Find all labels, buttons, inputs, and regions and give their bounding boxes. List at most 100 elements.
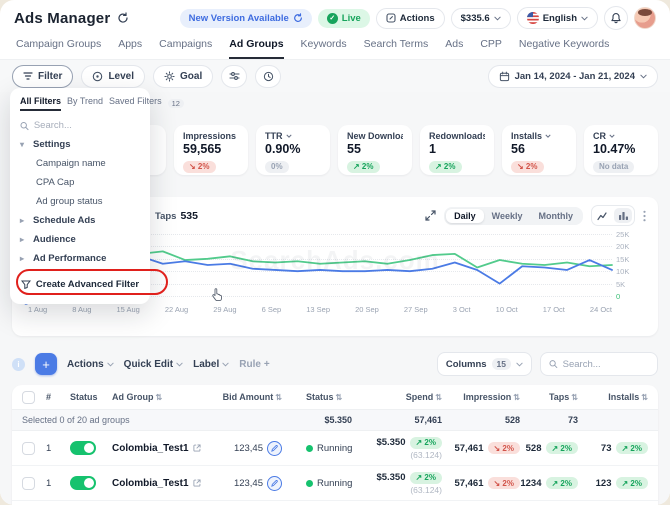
bar-chart-icon[interactable] xyxy=(614,208,632,223)
col-header-ad-group[interactable]: Ad Group⇅ xyxy=(112,392,222,402)
date-range-picker[interactable]: Jan 14, 2024 - Jan 21, 2024 xyxy=(488,65,658,88)
metric-value: 0.90% xyxy=(265,142,321,156)
nav-tab-ads[interactable]: Ads xyxy=(445,38,463,59)
chevron-down-icon[interactable] xyxy=(286,134,292,138)
notifications-button[interactable] xyxy=(604,6,628,30)
nav-tab-search-terms[interactable]: Search Terms xyxy=(364,38,429,59)
filter-tab-saved[interactable]: Saved Filters xyxy=(109,96,162,111)
sliders-button[interactable] xyxy=(221,65,247,88)
x-axis-tick: 6 Sep xyxy=(262,305,282,314)
filter-item-campaign-name[interactable]: Campaign name xyxy=(20,154,140,173)
nav-tab-cpp[interactable]: CPP xyxy=(480,38,502,59)
plus-icon: + xyxy=(264,359,270,370)
col-header-status-toggle[interactable]: Status xyxy=(70,392,112,402)
user-avatar[interactable] xyxy=(634,7,656,29)
row-num: 1 xyxy=(46,478,70,489)
period-monthly[interactable]: Monthly xyxy=(531,209,582,223)
edit-bid-button[interactable] xyxy=(267,441,282,456)
table-search xyxy=(540,352,658,376)
filter-search xyxy=(20,120,140,131)
select-all-checkbox[interactable] xyxy=(22,391,35,404)
target-icon xyxy=(92,71,103,82)
sort-icon[interactable]: ⇅ xyxy=(275,393,282,402)
filter-item-cpa-cap[interactable]: CPA Cap xyxy=(20,173,140,192)
col-header-impression[interactable]: Impression⇅ xyxy=(452,392,530,402)
col-header-status[interactable]: Status⇅ xyxy=(292,392,362,402)
edit-bid-button[interactable] xyxy=(267,476,282,491)
metric-label: TTR xyxy=(265,131,283,141)
label-dropdown[interactable]: Label xyxy=(193,359,229,370)
new-version-button[interactable]: New Version Available xyxy=(180,9,312,28)
chevron-right-icon: ▸ xyxy=(20,216,28,225)
history-button[interactable] xyxy=(255,65,281,88)
add-button[interactable]: + xyxy=(35,353,57,375)
nav-tab-campaigns[interactable]: Campaigns xyxy=(159,38,212,59)
ad-group-name[interactable]: Colombia_Test1 xyxy=(112,443,189,454)
trend-badge: ↗ 2% xyxy=(429,161,462,173)
filter-group-settings[interactable]: ▾Settings xyxy=(20,135,140,154)
chevron-down-icon[interactable] xyxy=(545,134,551,138)
row-checkbox[interactable] xyxy=(22,442,35,455)
period-weekly[interactable]: Weekly xyxy=(484,209,531,223)
legend-label: Taps xyxy=(155,211,176,222)
filter-tab-by-trend[interactable]: By Trend xyxy=(67,96,103,111)
filter-button[interactable]: Filter xyxy=(12,65,73,88)
balance-dropdown[interactable]: $335.6 xyxy=(451,8,511,29)
external-link-icon[interactable] xyxy=(193,444,201,452)
status-toggle[interactable] xyxy=(70,441,96,455)
search-input[interactable] xyxy=(563,359,649,370)
trend-badge: ↘ 2% xyxy=(488,477,521,489)
sort-icon[interactable]: ⇅ xyxy=(336,393,343,402)
chart-legend-item[interactable]: Taps 535 xyxy=(155,210,198,222)
impression-cell: 57,461↘ 2% xyxy=(452,442,530,454)
line-chart-icon[interactable] xyxy=(594,208,612,223)
level-button[interactable]: Level xyxy=(81,65,145,88)
sort-icon[interactable]: ⇅ xyxy=(435,393,442,402)
filter-search-input[interactable] xyxy=(34,120,140,131)
row-checkbox[interactable] xyxy=(22,477,35,490)
col-header-installs[interactable]: Installs⇅ xyxy=(588,392,658,402)
expand-icon[interactable] xyxy=(425,210,436,221)
col-header-spend[interactable]: Spend⇅ xyxy=(362,392,452,402)
col-header-taps[interactable]: Taps⇅ xyxy=(530,392,588,402)
create-advanced-filter-button[interactable]: Create Advanced Filter xyxy=(20,273,140,295)
chevron-down-icon[interactable] xyxy=(609,134,615,138)
filter-group-audience[interactable]: ▸Audience xyxy=(20,230,140,249)
sort-icon[interactable]: ⇅ xyxy=(156,393,163,402)
label-dropdown-label: Label xyxy=(193,359,219,370)
language-dropdown[interactable]: English xyxy=(517,7,598,29)
columns-selector[interactable]: Columns 15 xyxy=(437,352,532,376)
col-header-num[interactable]: # xyxy=(46,392,70,402)
trend-badge: ↘ 2% xyxy=(488,442,521,454)
kebab-menu-icon[interactable] xyxy=(643,210,646,222)
nav-tab-apps[interactable]: Apps xyxy=(118,38,142,59)
filter-tab-all[interactable]: All Filters xyxy=(20,96,61,111)
external-link-icon[interactable] xyxy=(193,479,201,487)
actions-dropdown[interactable]: Actions xyxy=(67,359,114,370)
nav-tab-keywords[interactable]: Keywords xyxy=(301,38,347,59)
sort-icon[interactable]: ⇅ xyxy=(513,393,520,402)
col-header-bid-amount[interactable]: Bid Amount⇅ xyxy=(222,392,292,402)
ad-group-name[interactable]: Colombia_Test1 xyxy=(112,478,189,489)
status-toggle[interactable] xyxy=(70,476,96,490)
filter-item-ad-group-status[interactable]: Ad group status xyxy=(20,192,140,211)
rule-add-button[interactable]: Rule + xyxy=(239,359,270,370)
goal-button[interactable]: Goal xyxy=(153,65,213,88)
chevron-down-icon xyxy=(494,16,501,21)
quick-edit-dropdown[interactable]: Quick Edit xyxy=(124,359,183,370)
live-status-badge[interactable]: ✓ Live xyxy=(318,9,370,28)
filter-group-schedule-ads[interactable]: ▸Schedule Ads xyxy=(20,211,140,230)
actions-label: Actions xyxy=(400,13,435,24)
period-daily[interactable]: Daily xyxy=(446,209,484,223)
info-icon[interactable]: i xyxy=(12,358,25,371)
nav-tab-negative-keywords[interactable]: Negative Keywords xyxy=(519,38,609,59)
refresh-icon[interactable] xyxy=(117,12,129,24)
sort-icon[interactable]: ⇅ xyxy=(571,393,578,402)
nav-tab-campaign-groups[interactable]: Campaign Groups xyxy=(16,38,101,59)
nav-tab-ad-groups[interactable]: Ad Groups xyxy=(229,38,283,59)
metric-label: Impressions xyxy=(183,131,236,141)
table-row: 1 Colombia_Test1 123,45 Running $5.350↗ … xyxy=(12,431,658,466)
actions-button[interactable]: Actions xyxy=(376,8,445,29)
sort-icon[interactable]: ⇅ xyxy=(641,393,648,402)
filter-group-ad-performance[interactable]: ▸Ad Performance xyxy=(20,249,140,268)
